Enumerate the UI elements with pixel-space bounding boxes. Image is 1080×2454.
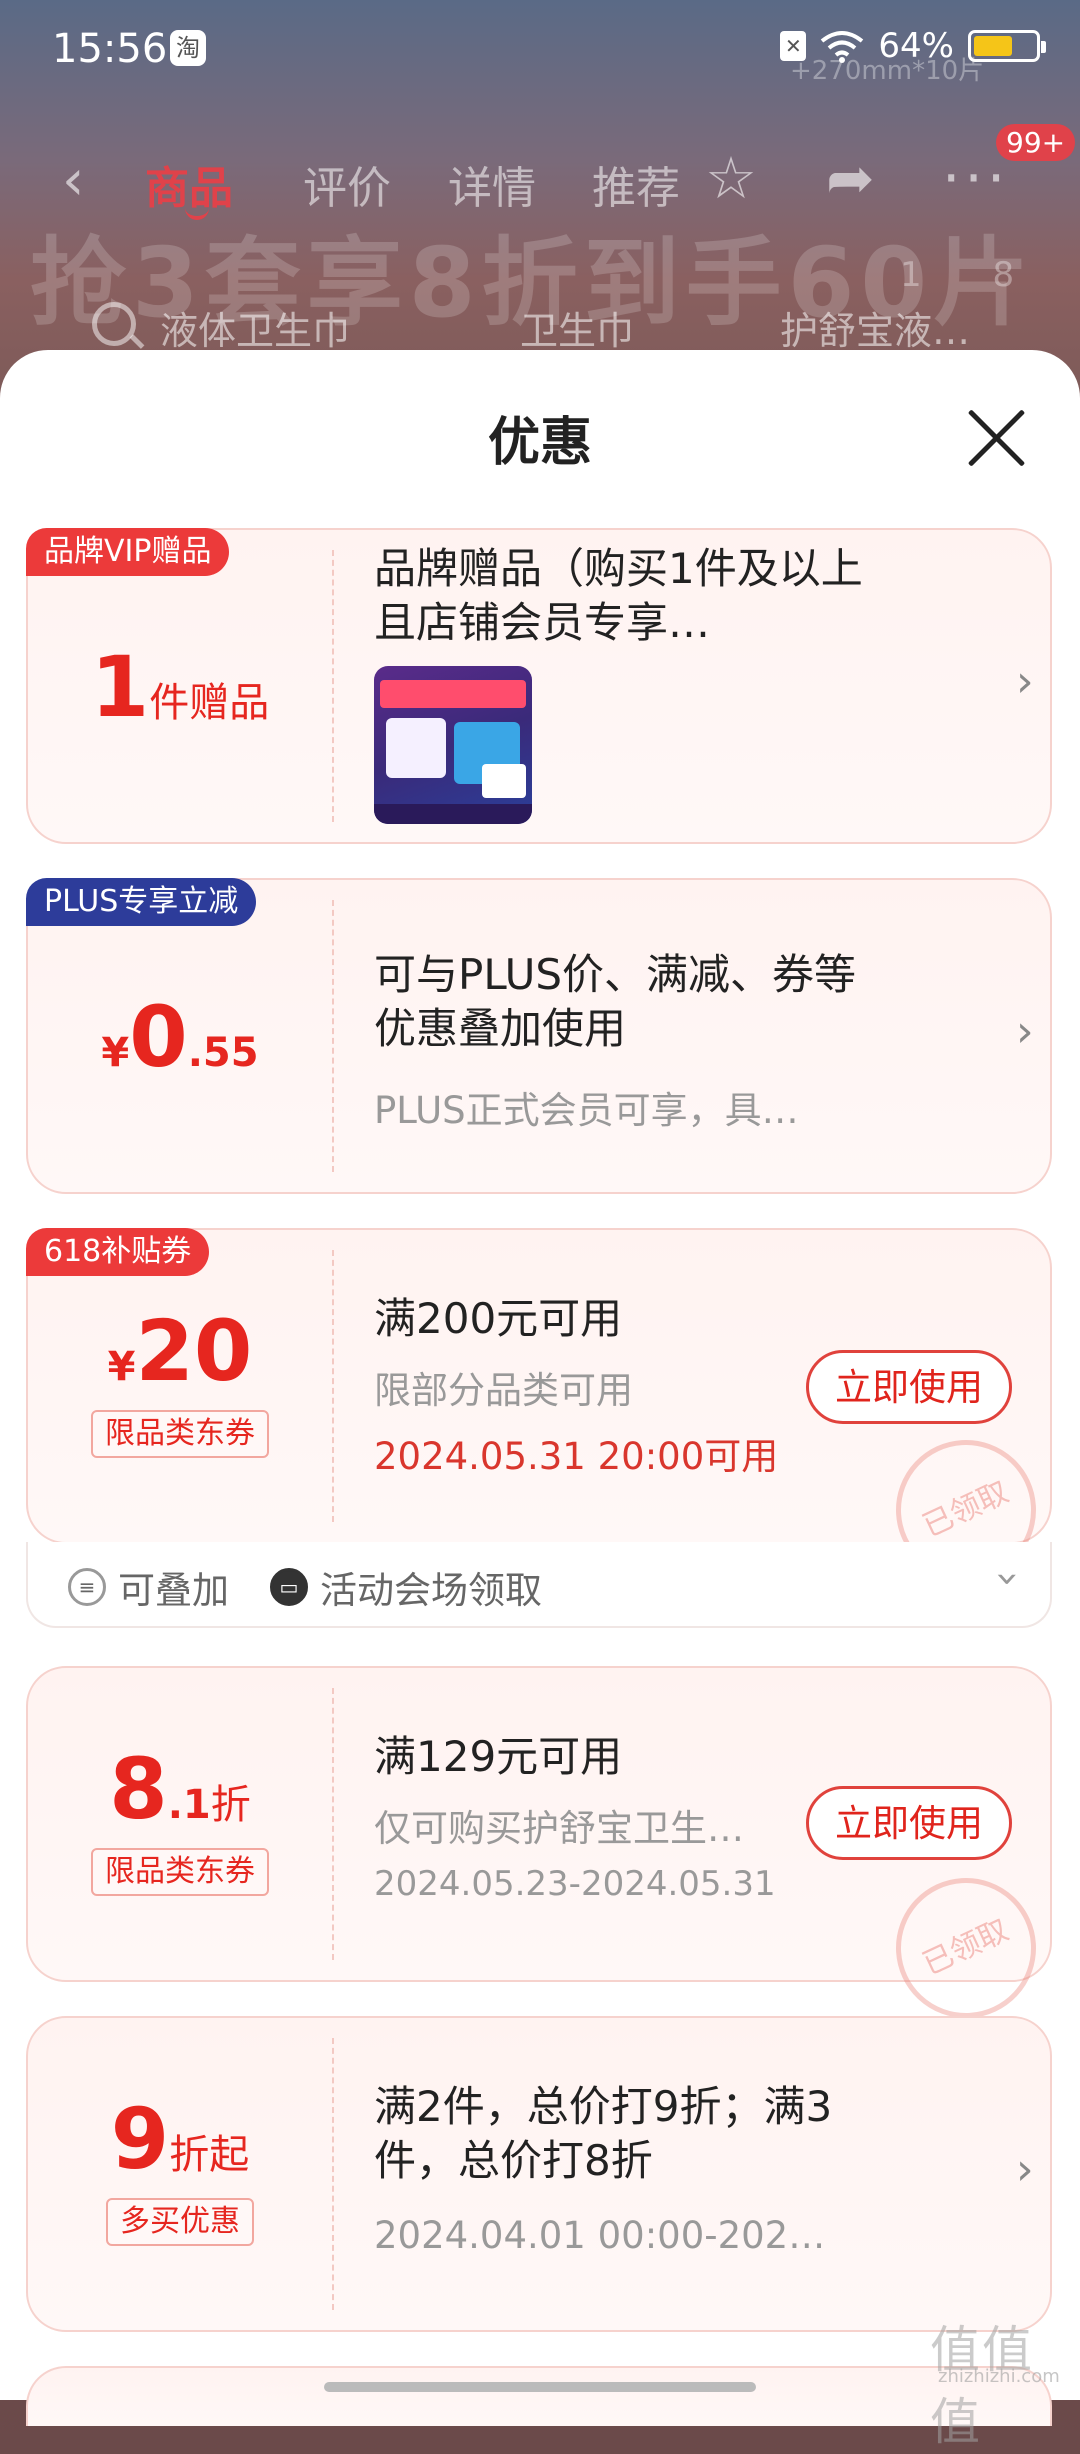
offer-value-number: 20 <box>135 1302 253 1400</box>
offer-title: 可与PLUS价、满减、券等优惠叠加使用 <box>374 950 857 1053</box>
chevron-down-icon[interactable]: › <box>985 1571 1031 1587</box>
offer-date: 2024.05.23-2024.05.31 <box>374 1864 776 1904</box>
offer-title: 品牌赠品（购买1件及以上且店铺会员专享… <box>374 544 863 647</box>
offer-card-multi-buy[interactable]: 9折起 多买优惠 满2件，总价打9折；满3件，总价打8折 2024.04.01 … <box>26 2016 1052 2332</box>
sim-off-icon: ✕ <box>780 31 807 61</box>
banner-corner: 1 8 <box>900 255 1045 295</box>
offer-tag: 618补贴券 <box>26 1228 210 1276</box>
offers-sheet: 优惠 品牌VIP赠品 1件赠品 品牌赠品（购买1件及以上且店铺会员专享… › P… <box>0 350 1080 2426</box>
offer-value: 9折起 多买优惠 <box>28 2090 332 2246</box>
offer-subtitle: PLUS正式会员可享，具… <box>374 1089 799 1132</box>
chevron-right-icon[interactable]: › <box>1016 656 1034 707</box>
thumb-product <box>386 718 446 778</box>
offer-value-number: 8 <box>109 1740 168 1838</box>
card-divider <box>332 1688 334 1960</box>
offer-value: ¥20 限品类东券 <box>28 1302 332 1458</box>
offer-card-discount[interactable]: 8.1折 限品类东券 满129元可用 仅可购买护舒宝卫生… 2024.05.23… <box>26 1666 1060 2042</box>
currency-symbol: ¥ <box>101 1030 130 1076</box>
tab-active-indicator <box>185 206 209 220</box>
stackable-info: ≡ 可叠加 <box>68 1560 229 1614</box>
stack-icon: ≡ <box>68 1568 106 1606</box>
offer-value-number: 9 <box>110 2090 170 2188</box>
currency-symbol: ¥ <box>107 1344 136 1390</box>
status-time: 15:56 <box>52 26 168 72</box>
search-tag[interactable]: 护舒宝液… <box>780 300 970 355</box>
favorite-star-icon[interactable]: ☆ <box>705 144 757 212</box>
battery-level-fill <box>974 36 1012 56</box>
offer-value-unit: 折 <box>210 1782 251 1828</box>
product-navbar: ‹ 商品 评价 详情 推荐 ☆ ➦ ··· <box>0 130 1080 220</box>
offer-value-decimal: .1 <box>167 1782 211 1828</box>
chevron-right-icon[interactable]: › <box>1016 1006 1034 1057</box>
coupon-info-row[interactable]: ≡ 可叠加 ▭ 活动会场领取 › <box>26 1542 1052 1628</box>
claimed-stamp: 已领取 <box>872 1854 1060 2042</box>
stackable-label: 可叠加 <box>118 1569 229 1612</box>
coupon-type-tag: 限品类东券 <box>91 1848 269 1896</box>
card-divider <box>332 2038 334 2310</box>
offer-value: ¥0.55 <box>28 988 332 1086</box>
offer-card-gift[interactable]: 品牌VIP赠品 1件赠品 品牌赠品（购买1件及以上且店铺会员专享… › <box>26 528 1052 844</box>
offer-value-number: 0 <box>129 988 188 1086</box>
offer-value-unit: 折起 <box>169 2132 250 2178</box>
search-tag[interactable]: 液体卫生巾 <box>160 300 350 355</box>
wifi-icon <box>821 31 864 63</box>
source-label: 活动会场领取 <box>320 1569 542 1612</box>
taobao-app-icon: 淘 <box>170 30 206 66</box>
close-icon[interactable] <box>962 404 1030 472</box>
battery-icon <box>968 30 1046 62</box>
offer-value: 1件赠品 <box>28 638 332 736</box>
offer-date: 2024.05.31 20:00可用 <box>374 1435 779 1478</box>
tab-reviews[interactable]: 评价 <box>303 152 391 216</box>
thumb-delivery-label <box>482 764 526 798</box>
battery-percent: 64% <box>878 26 954 66</box>
status-bar: 15:56 淘 ✕ 64% <box>0 0 1080 100</box>
coupon-type-tag: 限品类东券 <box>91 1410 269 1458</box>
background-page: 抢3套享8折到手60片 +270mm*10片 1 8 15:56 淘 ✕ 64%… <box>0 0 1080 400</box>
thumb-band <box>380 680 526 708</box>
offer-value-decimal: .55 <box>187 1030 259 1076</box>
card-divider <box>332 550 334 822</box>
offer-title: 满200元可用 <box>374 1294 623 1343</box>
offer-value: 8.1折 限品类东券 <box>28 1740 332 1896</box>
battery-tip <box>1041 41 1046 53</box>
offer-card-plus[interactable]: PLUS专享立减 ¥0.55 可与PLUS价、满减、券等优惠叠加使用 PLUS正… <box>26 878 1052 1194</box>
offer-subtitle: 限部分品类可用 <box>374 1369 633 1412</box>
card-divider <box>332 900 334 1172</box>
offer-tag: PLUS专享立减 <box>26 878 257 926</box>
search-tag[interactable]: 卫生巾 <box>520 300 634 355</box>
offer-subtitle: 仅可购买护舒宝卫生… <box>374 1807 744 1850</box>
offer-title: 满2件，总价打9折；满3件，总价打8折 <box>374 2082 833 2185</box>
home-indicator[interactable] <box>324 2382 756 2392</box>
offer-tag: 品牌VIP赠品 <box>26 528 230 576</box>
ticket-icon: ▭ <box>270 1568 308 1606</box>
offer-card-618-coupon[interactable]: 618补贴券 ¥20 限品类东券 满200元可用 限部分品类可用 2024.05… <box>26 1228 1060 1604</box>
offer-title: 满129元可用 <box>374 1732 623 1781</box>
offer-date: 2024.04.01 00:00-202… <box>374 2214 826 2257</box>
status-right: ✕ 64% <box>780 26 1046 66</box>
tab-recommend[interactable]: 推荐 <box>592 152 680 216</box>
card-divider <box>332 1250 334 1522</box>
offer-value-unit: 件赠品 <box>149 680 270 726</box>
thumb-footer <box>374 804 532 824</box>
sheet-title: 优惠 <box>487 413 592 473</box>
search-icon <box>92 302 136 346</box>
message-badge: 99+ <box>996 124 1076 161</box>
gift-product-thumbnail[interactable] <box>374 666 532 824</box>
coupon-type-tag: 多买优惠 <box>106 2198 254 2246</box>
source-info: ▭ 活动会场领取 <box>270 1560 542 1614</box>
chevron-right-icon[interactable]: › <box>1016 2144 1034 2195</box>
use-now-button[interactable]: 立即使用 <box>806 1786 1012 1860</box>
use-now-button[interactable]: 立即使用 <box>806 1350 1012 1424</box>
offer-value-number: 1 <box>90 638 150 736</box>
share-icon[interactable]: ➦ <box>826 144 875 212</box>
offer-card-next[interactable] <box>26 2366 1052 2426</box>
watermark-url: zhizhizhi.com <box>938 2366 1060 2387</box>
back-icon[interactable]: ‹ <box>62 148 84 213</box>
tab-details[interactable]: 详情 <box>448 152 536 216</box>
